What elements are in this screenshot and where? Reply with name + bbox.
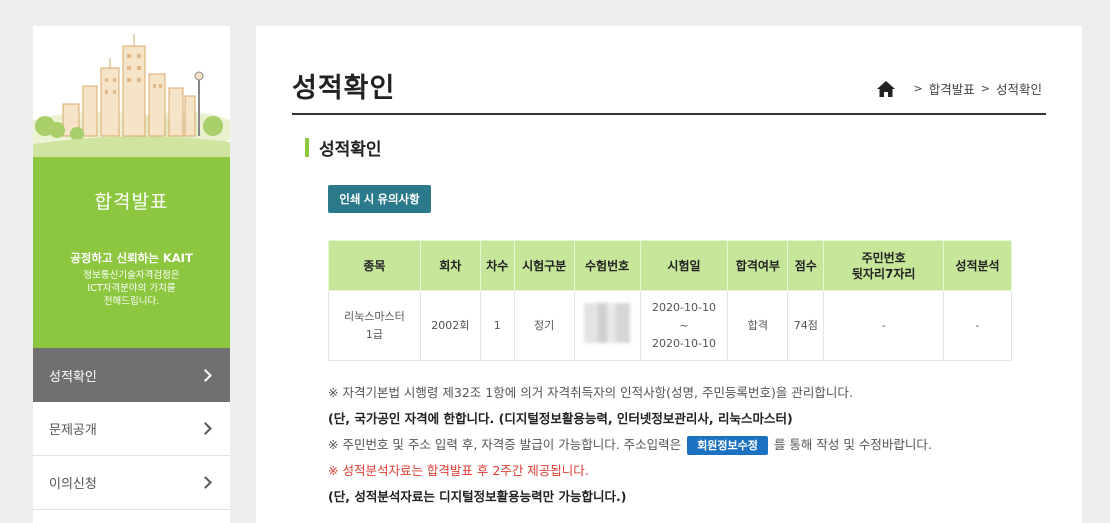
section-heading: 성적확인 [305,135,382,160]
notice-line: (단, 국가공인 자격에 한합니다. (디지털정보활용능력, 인터넷정보관리사,… [328,411,793,426]
print-notice-button[interactable]: 인쇄 시 유의사항 [328,185,431,213]
column-header: 수험번호 [573,240,641,291]
sidebar-desc-line: 정보통신기술자격검정은 [83,270,180,281]
column-header: 합격여부 [727,240,789,291]
city-illustration [33,26,230,157]
notice-text: 를 통해 작성 및 수정바랍니다. [773,437,932,452]
sidebar-item-question-release[interactable]: 문제공개 [33,402,230,456]
notice-line: (단, 성적분석자료는 디지털정보활용능력만 가능합니다.) [328,489,627,504]
column-header: 차수 [479,240,515,291]
column-header: 시험일 [639,240,729,291]
column-header: 성적분석 [943,240,1012,291]
notice-line: ※ 성적분석자료는 합격발표 후 2주간 제공됩니다. [328,463,589,478]
main-content: 성적확인 > 합격발표 > 성적확인 성적확인 인쇄 시 유의사항 종목 회차 … [256,26,1082,523]
column-header: 회차 [419,240,481,291]
city-skyline-image [33,34,230,157]
score-table: 종목 회차 차수 시험구분 수험번호 시험일 합격여부 점수 주민번호 뒷자리7자… [328,240,1012,361]
notice-line: ※ 주민번호 및 주소 입력 후, 자격증 발급이 가능합니다. 주소입력은 회원… [328,432,932,458]
exam-date-from: 2020-10-10 [652,300,716,314]
chevron-right-icon [199,422,212,435]
sidebar-item-label: 이의신청 [49,477,97,492]
column-header: 종목 [328,240,421,291]
sidebar-desc-line: 전해드립니다. [103,296,160,307]
redacted-exam-number [584,302,631,343]
sidebar-slogan: 공정하고 신뢰하는 KAIT [70,251,193,265]
section-accent-bar [305,138,309,157]
breadcrumb-separator: > [980,82,990,95]
cell-result: 합격 [727,290,789,361]
column-header: 점수 [787,240,825,291]
notice-text: ※ 주민번호 및 주소 입력 후, 자격증 발급이 가능합니다. 주소입력은 [328,437,682,452]
sidebar-description: 정보통신기술자격검정은 ICT자격분야의 가치를 전해드립니다. [33,269,230,308]
cell-session: 1 [479,290,515,361]
sidebar-item-objection[interactable]: 이의신청 [33,456,230,510]
breadcrumb-separator: > [913,82,923,95]
notice-list: ※ 자격기본법 시행령 제32조 1항에 의거 자격취득자의 인적사항(성명, … [328,380,932,510]
edit-member-info-button[interactable]: 회원정보수정 [687,436,768,455]
cell-ssn: - [823,290,945,361]
breadcrumb-item-current: 성적확인 [995,82,1042,97]
column-header: 시험구분 [513,240,575,291]
exam-date-sep: ~ [679,318,689,332]
sidebar-banner: 합격발표 공정하고 신뢰하는 KAIT 정보통신기술자격검정은 ICT자격분야의… [33,157,230,348]
sidebar-item-label: 문제공개 [49,423,97,438]
home-icon[interactable] [876,80,896,98]
section-title: 성적확인 [319,140,382,160]
cell-type: 정기 [513,290,575,361]
column-header: 주민번호 뒷자리7자리 [823,240,945,291]
breadcrumb-item[interactable]: 합격발표 [929,79,975,98]
page-header: 성적확인 > 합격발표 > 성적확인 [292,66,1046,115]
cell-exam-number [573,290,641,361]
cell-score: 74점 [787,290,825,361]
chevron-right-icon [199,368,212,382]
cell-round: 2002회 [419,290,481,361]
sidebar-item-score-check[interactable]: 성적확인 [33,348,230,402]
sidebar-title: 합격발표 [94,191,169,213]
sidebar-desc-line: ICT자격분야의 가치를 [87,283,176,294]
cell-item: 리눅스마스터 1급 [328,290,421,361]
exam-date-to: 2020-10-10 [652,336,716,350]
notice-line: ※ 자격기본법 시행령 제32조 1항에 의거 자격취득자의 인적사항(성명, … [328,385,853,400]
sidebar: 합격발표 공정하고 신뢰하는 KAIT 정보통신기술자격검정은 ICT자격분야의… [33,26,230,523]
cell-exam-date: 2020-10-10 ~ 2020-10-10 [639,290,729,361]
cell-analysis: - [943,290,1012,361]
chevron-right-icon [199,476,212,489]
table-row: 리눅스마스터 1급 2002회 1 정기 2020-10-10 ~ 2020-10… [328,290,1012,361]
table-header-row: 종목 회차 차수 시험구분 수험번호 시험일 합격여부 점수 주민번호 뒷자리7자… [328,240,1012,291]
sidebar-item-label: 성적확인 [49,369,97,385]
breadcrumb: > 합격발표 > 성적확인 [876,79,1042,98]
